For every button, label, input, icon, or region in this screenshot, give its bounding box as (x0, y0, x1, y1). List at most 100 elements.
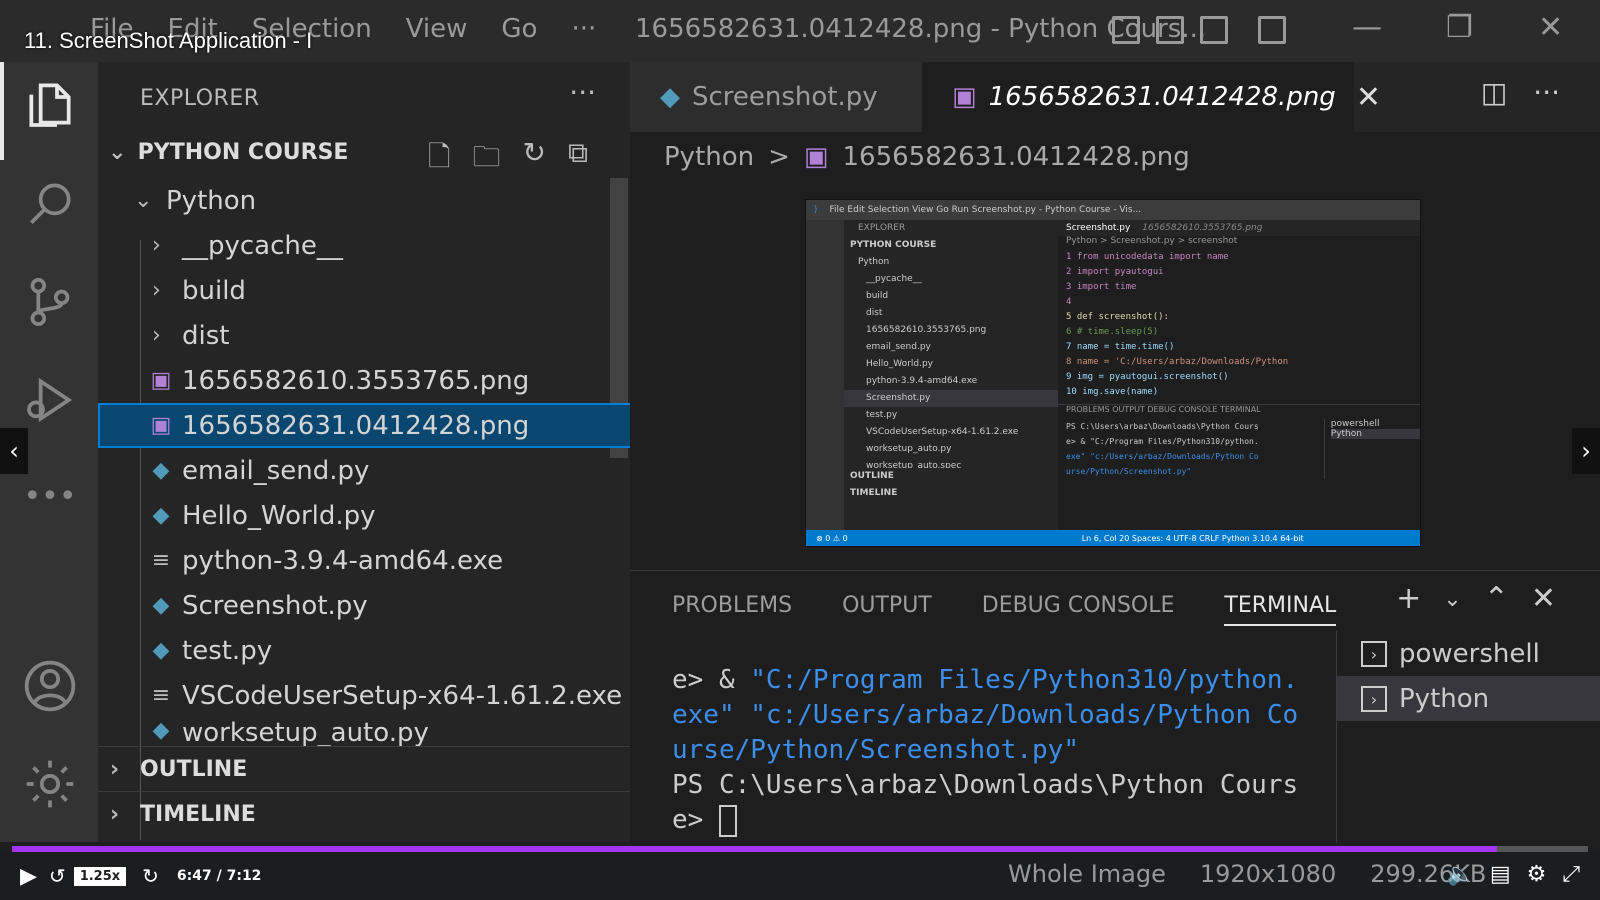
python-file-icon: ◆ (152, 638, 170, 663)
maximize-panel-icon[interactable]: ⌃ (1484, 581, 1509, 616)
new-folder-icon[interactable]: 🗀 (473, 136, 501, 184)
toggle-secondary-sidebar-icon[interactable] (1200, 16, 1228, 44)
image-zoom-label[interactable]: Whole Image (1008, 860, 1166, 888)
tab-terminal[interactable]: TERMINAL (1224, 593, 1337, 626)
tab-output[interactable]: OUTPUT (842, 593, 932, 626)
terminal-output[interactable]: e> & "C:/Program Files/Python310/python.… (672, 663, 1312, 838)
tree-item[interactable]: › build (98, 268, 630, 313)
split-editor-icon[interactable]: ◫ (1481, 76, 1507, 109)
new-terminal-icon[interactable]: + (1396, 581, 1421, 616)
preview-status-bar: ⊗ 0 ⚠ 0 Ln 6, Col 20 Spaces: 4 UTF-8 CRL… (806, 530, 1420, 546)
breadcrumb-separator: > (768, 142, 790, 172)
play-icon[interactable]: ▶ (20, 864, 37, 889)
preview-editor: Screenshot.py 1656582610.3553765.png Pyt… (1058, 220, 1420, 530)
refresh-icon[interactable]: ↻ (523, 136, 546, 184)
collapse-all-icon[interactable]: ⧉ (568, 136, 588, 184)
player-right-controls: 🔈 ▤ ⚙ ⤢ (1446, 862, 1580, 887)
chevron-right-icon: › (152, 278, 161, 303)
toggle-panel-icon[interactable] (1156, 16, 1184, 44)
tree-item-selected[interactable]: ▣ 1656582631.0412428.png (98, 403, 630, 448)
tab-screenshot-py[interactable]: ◆ Screenshot.py (630, 62, 922, 132)
next-lecture-button[interactable]: › (1572, 428, 1600, 474)
tree-item[interactable]: ◆ Hello_World.py (98, 493, 630, 538)
minimize-button[interactable]: — (1352, 10, 1382, 45)
explorer-icon[interactable] (22, 76, 78, 132)
new-file-icon[interactable]: 🗋 (428, 136, 451, 184)
tab-png-image[interactable]: ▣ 1656582631.0412428.png ✕ (922, 62, 1381, 132)
image-file-icon: ▣ (952, 82, 977, 112)
image-file-icon: ▣ (150, 413, 172, 438)
tree-item[interactable]: ◆ worksetup_auto.py (98, 718, 630, 746)
run-debug-icon[interactable] (22, 372, 78, 428)
terminal-item-powershell[interactable]: › powershell (1337, 631, 1600, 676)
explorer-sidebar: EXPLORER ··· ⌄ PYTHON COURSE 🗋 🗀 ↻ ⧉ ⌄ Py… (98, 62, 630, 842)
forward-icon[interactable]: ↻ (142, 864, 159, 888)
more-views-icon[interactable]: ••• (22, 468, 78, 524)
chevron-right-icon: › (110, 801, 120, 827)
captions-icon[interactable]: ▤ (1490, 862, 1511, 887)
fullscreen-icon[interactable]: ⤢ (1562, 862, 1580, 887)
preview-titlebar: ⟩ File Edit Selection View Go Run Screen… (806, 200, 1420, 220)
tree-item[interactable]: ▣ 1656582610.3553765.png (98, 358, 630, 403)
chevron-down-icon[interactable]: ⌄ (1443, 587, 1461, 616)
menu-more[interactable]: ··· (571, 14, 596, 44)
customize-layout-icon[interactable] (1258, 16, 1286, 44)
menu-view[interactable]: View (406, 14, 468, 44)
close-panel-icon[interactable]: ✕ (1531, 581, 1556, 616)
timeline-section[interactable]: › TIMELINE (98, 791, 630, 836)
explorer-actions: 🗋 🗀 ↻ ⧉ (428, 136, 588, 184)
close-window-button[interactable]: ✕ (1538, 10, 1563, 45)
editor-actions: ◫ ··· (1481, 76, 1560, 109)
more-actions-icon[interactable]: ··· (1533, 76, 1560, 109)
tree-item[interactable]: ◆ Screenshot.py (98, 583, 630, 628)
exe-file-icon: ≡ (151, 683, 171, 708)
toggle-sidebar-icon[interactable] (1112, 16, 1140, 44)
image-file-icon: ▣ (803, 142, 829, 172)
settings-gear-icon[interactable] (22, 756, 78, 812)
terminal-item-python[interactable]: › Python (1337, 676, 1600, 721)
tree-folder-python[interactable]: ⌄ Python (98, 178, 630, 223)
breadcrumb-file[interactable]: 1656582631.0412428.png (843, 142, 1190, 172)
close-tab-icon[interactable]: ✕ (1356, 80, 1381, 115)
tree-item[interactable]: › __pycache__ (98, 223, 630, 268)
explorer-more-button[interactable]: ··· (569, 76, 596, 109)
rewind-icon[interactable]: ↺ (49, 864, 66, 888)
tree-item[interactable]: ◆ test.py (98, 628, 630, 673)
python-file-icon: ◆ (152, 458, 170, 483)
tab-problems[interactable]: PROBLEMS (672, 593, 792, 626)
menu-go[interactable]: Go (501, 14, 537, 44)
search-icon[interactable] (22, 176, 78, 232)
chevron-right-icon: › (152, 323, 161, 348)
preview-activity-bar (806, 220, 844, 530)
chevron-down-icon: ⌄ (108, 140, 127, 165)
course-lecture-title: 11. ScreenShot Application - I (24, 28, 313, 53)
previous-lecture-button[interactable]: ‹ (0, 428, 28, 474)
settings-icon[interactable]: ⚙ (1527, 862, 1547, 887)
exe-file-icon: ≡ (151, 548, 171, 573)
chevron-right-icon: › (110, 756, 120, 782)
source-control-icon[interactable] (22, 274, 78, 330)
account-icon[interactable] (22, 658, 78, 714)
tree-item[interactable]: ≡ python-3.9.4-amd64.exe (98, 538, 630, 583)
explorer-header: EXPLORER (140, 86, 260, 111)
tree-item[interactable]: › dist (98, 313, 630, 358)
outline-section[interactable]: › OUTLINE (98, 746, 630, 791)
breadcrumb-folder[interactable]: Python (664, 142, 754, 172)
tree-item[interactable]: ◆ email_send.py (98, 448, 630, 493)
image-file-icon: ▣ (150, 368, 172, 393)
image-info: Whole Image 1920x1080 299.26KB (1008, 860, 1486, 888)
restore-button[interactable]: ❐ (1446, 10, 1473, 45)
workspace-section-header[interactable]: ⌄ PYTHON COURSE (108, 140, 348, 165)
image-preview: ⟩ File Edit Selection View Go Run Screen… (806, 200, 1420, 546)
active-view-indicator (0, 62, 4, 160)
playback-speed-button[interactable]: 1.25x (73, 866, 127, 886)
image-dimensions: 1920x1080 (1199, 860, 1337, 888)
tree-item[interactable]: ≡ VSCodeUserSetup-x64-1.61.2.exe (98, 673, 630, 718)
python-file-icon: ◆ (152, 503, 170, 528)
tab-debug-console[interactable]: DEBUG CONSOLE (982, 593, 1175, 626)
panel-actions: + ⌄ ⌃ ✕ (1396, 581, 1556, 616)
terminal-list: › powershell › Python (1336, 631, 1600, 843)
volume-icon[interactable]: 🔈 (1446, 862, 1473, 887)
python-file-icon: ◆ (152, 593, 170, 618)
video-time: 6:47 / 7:12 (176, 868, 262, 884)
